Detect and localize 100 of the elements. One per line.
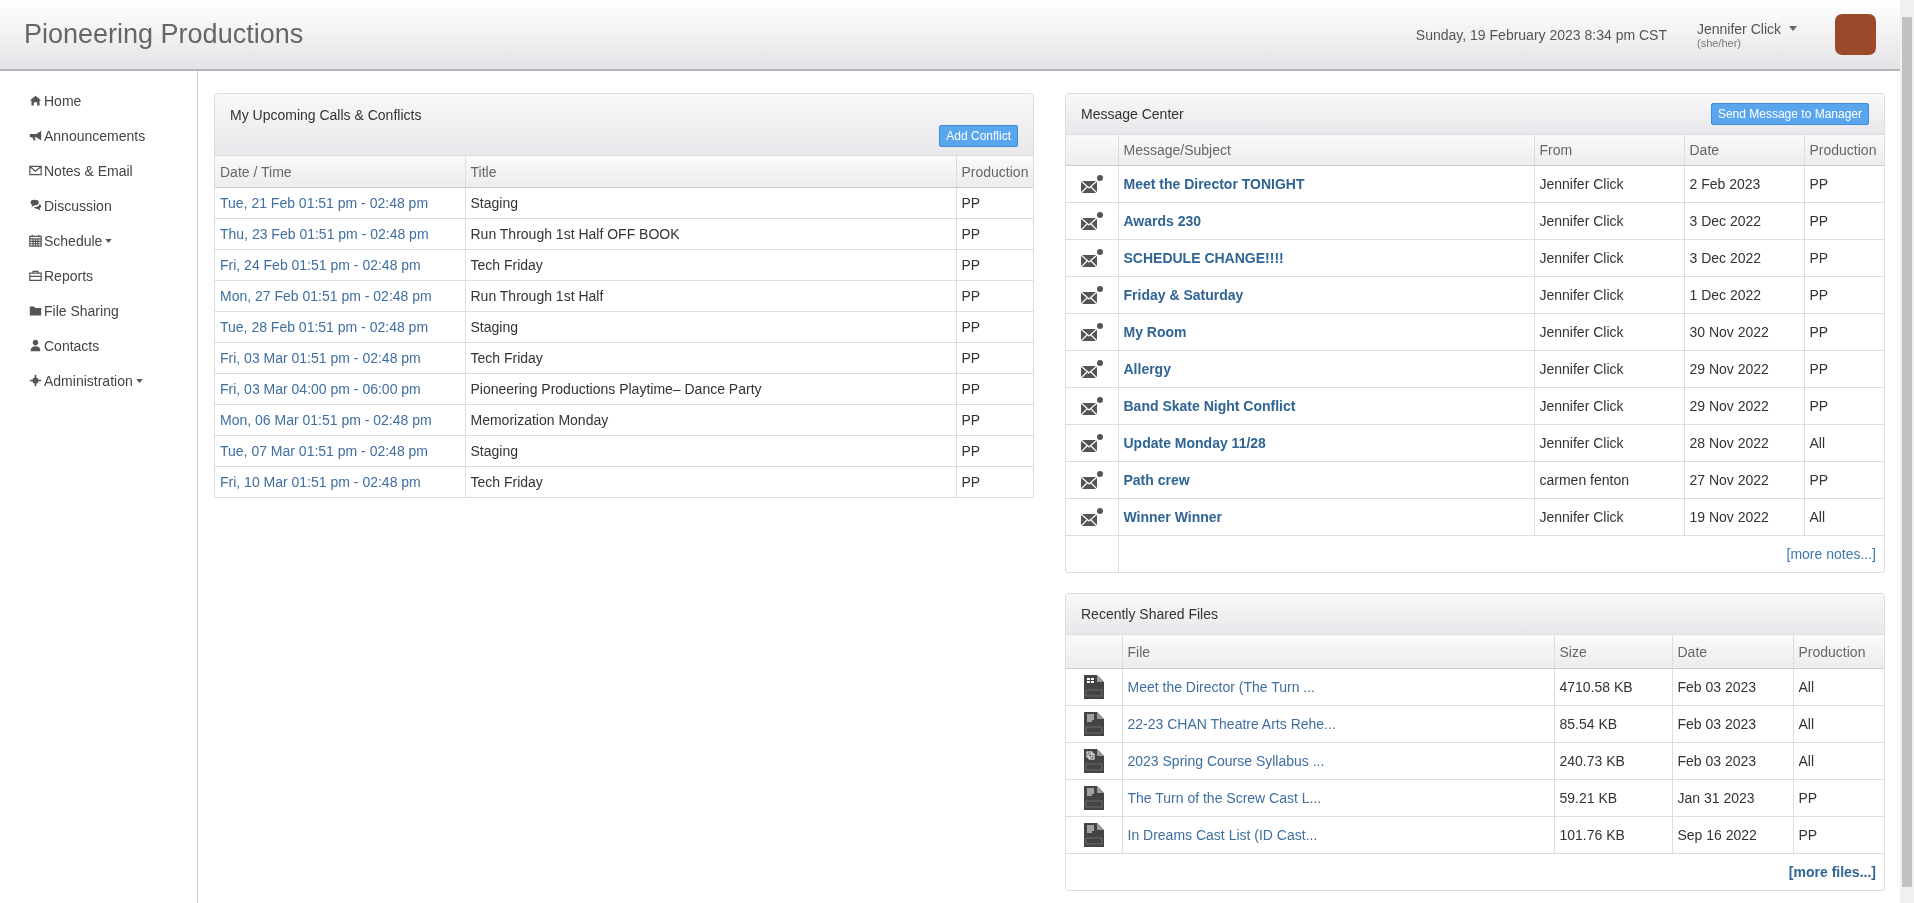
event-datetime-link[interactable]: Mon, 27 Feb 01:51 pm - 02:48 pm bbox=[215, 280, 465, 312]
document-icon bbox=[1083, 749, 1104, 773]
sidebar-item[interactable]: File Sharing bbox=[29, 293, 119, 328]
table-cell: All bbox=[1804, 498, 1884, 536]
table-cell: PP bbox=[956, 435, 1033, 467]
table-cell: Jennifer Click bbox=[1534, 239, 1684, 277]
sidebar-item[interactable]: Schedule bbox=[29, 223, 113, 258]
event-datetime-link[interactable]: Thu, 23 Feb 01:51 pm - 02:48 pm bbox=[215, 218, 465, 250]
envelope-icon bbox=[1079, 359, 1104, 379]
avatar-placeholder bbox=[1835, 14, 1876, 55]
envelope-icon bbox=[1079, 174, 1104, 194]
chat-bubbles-icon bbox=[29, 199, 42, 212]
event-datetime-link[interactable]: Fri, 24 Feb 01:51 pm - 02:48 pm bbox=[215, 249, 465, 281]
table-cell: Feb 03 2023 bbox=[1672, 668, 1793, 706]
sidebar-item[interactable]: Notes & Email bbox=[29, 153, 133, 188]
document-icon bbox=[1083, 786, 1104, 810]
event-datetime-link[interactable]: Tue, 21 Feb 01:51 pm - 02:48 pm bbox=[215, 187, 465, 219]
sidebar-item[interactable]: Administration bbox=[29, 363, 143, 398]
event-datetime-link[interactable]: Fri, 03 Mar 04:00 pm - 06:00 pm bbox=[215, 373, 465, 405]
file-link[interactable]: The Turn of the Screw Cast L... bbox=[1122, 779, 1554, 817]
scrollbar-thumb[interactable] bbox=[1902, 17, 1912, 887]
sidebar-item[interactable]: Home bbox=[29, 83, 82, 118]
more-files-link[interactable]: [more files...] bbox=[1788, 864, 1876, 880]
table-cell: All bbox=[1804, 424, 1884, 462]
table-cell: PP bbox=[956, 404, 1033, 436]
table-cell: Jennifer Click bbox=[1534, 498, 1684, 536]
event-datetime-link[interactable]: Tue, 07 Mar 01:51 pm - 02:48 pm bbox=[215, 435, 465, 467]
file-link[interactable]: 22-23 CHAN Theatre Arts Rehe... bbox=[1122, 705, 1554, 743]
table-cell: 59.21 KB bbox=[1554, 779, 1672, 817]
person-icon bbox=[29, 339, 42, 352]
sidebar-item[interactable]: Reports bbox=[29, 258, 94, 293]
table-cell: Jan 31 2023 bbox=[1672, 779, 1793, 817]
message-subject-link[interactable]: SCHEDULE CHANGE!!!! bbox=[1118, 239, 1534, 277]
column-header: Date bbox=[1684, 135, 1804, 166]
event-datetime-link[interactable]: Fri, 10 Mar 01:51 pm - 02:48 pm bbox=[215, 466, 465, 497]
table-cell: Tech Friday bbox=[465, 342, 956, 374]
panel-title: Recently Shared Files bbox=[1081, 606, 1218, 622]
table-cell: PP bbox=[1804, 276, 1884, 314]
table-cell: All bbox=[1793, 742, 1884, 780]
event-datetime-link[interactable]: Fri, 03 Mar 01:51 pm - 02:48 pm bbox=[215, 342, 465, 374]
panel-title: My Upcoming Calls & Conflicts bbox=[230, 107, 422, 123]
table-cell: Jennifer Click bbox=[1534, 202, 1684, 240]
document-icon bbox=[1083, 675, 1104, 699]
table-cell: 29 Nov 2022 bbox=[1684, 387, 1804, 425]
message-subject-link[interactable]: Update Monday 11/28 bbox=[1118, 424, 1534, 462]
table-cell: 29 Nov 2022 bbox=[1684, 350, 1804, 388]
table-cell: Run Through 1st Half OFF BOOK bbox=[465, 218, 956, 250]
document-icon bbox=[1083, 823, 1104, 847]
table-cell: 30 Nov 2022 bbox=[1684, 313, 1804, 351]
message-subject-link[interactable]: Friday & Saturday bbox=[1118, 276, 1534, 314]
event-datetime-link[interactable]: Tue, 28 Feb 01:51 pm - 02:48 pm bbox=[215, 311, 465, 343]
table-cell: 27 Nov 2022 bbox=[1684, 461, 1804, 499]
caret-icon bbox=[1789, 26, 1797, 31]
table-cell: PP bbox=[1804, 202, 1884, 240]
table-cell: PP bbox=[1793, 779, 1884, 817]
more-notes-link[interactable]: [more notes...] bbox=[1786, 546, 1876, 562]
event-datetime-link[interactable]: Mon, 06 Mar 01:51 pm - 02:48 pm bbox=[215, 404, 465, 436]
table-cell: 3 Dec 2022 bbox=[1684, 239, 1804, 277]
table-cell: PP bbox=[1804, 350, 1884, 388]
message-subject-link[interactable]: Band Skate Night Conflict bbox=[1118, 387, 1534, 425]
user-pronouns: (she/her) bbox=[1696, 36, 1742, 49]
envelope-icon bbox=[1079, 211, 1104, 231]
caret-icon bbox=[135, 378, 143, 383]
file-link[interactable]: In Dreams Cast List (ID Cast... bbox=[1122, 816, 1554, 854]
home-icon bbox=[29, 94, 42, 107]
column-header: Production bbox=[1804, 135, 1884, 166]
table-cell: Tech Friday bbox=[465, 466, 956, 497]
file-link[interactable]: Meet the Director (The Turn ... bbox=[1122, 668, 1554, 706]
table-cell: 1 Dec 2022 bbox=[1684, 276, 1804, 314]
current-datetime: Sunday, 19 February 2023 8:34 pm CST bbox=[1415, 26, 1667, 43]
user-menu[interactable]: Jennifer Click bbox=[1696, 20, 1797, 37]
sidebar-item[interactable]: Discussion bbox=[29, 188, 112, 223]
table-cell: Jennifer Click bbox=[1534, 387, 1684, 425]
message-subject-link[interactable]: Awards 230 bbox=[1118, 202, 1534, 240]
panel-title: Message Center bbox=[1081, 106, 1184, 122]
table-cell: Jennifer Click bbox=[1534, 350, 1684, 388]
table-cell: Jennifer Click bbox=[1534, 165, 1684, 203]
table-cell: Staging bbox=[465, 311, 956, 343]
column-header: From bbox=[1534, 135, 1684, 166]
column-header: Production bbox=[956, 156, 1033, 188]
table-cell: Jennifer Click bbox=[1534, 424, 1684, 462]
sidebar-item[interactable]: Contacts bbox=[29, 328, 100, 363]
table-cell: PP bbox=[1804, 239, 1884, 277]
column-header: Date bbox=[1672, 635, 1793, 669]
message-subject-link[interactable]: Meet the Director TONIGHT bbox=[1118, 165, 1534, 203]
message-subject-link[interactable]: Path crew bbox=[1118, 461, 1534, 499]
message-subject-link[interactable]: Winner Winner bbox=[1118, 498, 1534, 536]
envelope-icon bbox=[1079, 248, 1104, 268]
table-cell: Staging bbox=[465, 435, 956, 467]
table-cell: 101.76 KB bbox=[1554, 816, 1672, 854]
file-link[interactable]: 2023 Spring Course Syllabus ... bbox=[1122, 742, 1554, 780]
folder-icon bbox=[29, 304, 42, 317]
table-cell: PP bbox=[1804, 313, 1884, 351]
message-subject-link[interactable]: Allergy bbox=[1118, 350, 1534, 388]
table-cell: Run Through 1st Half bbox=[465, 280, 956, 312]
column-header: Message/Subject bbox=[1118, 135, 1534, 166]
scrollbar[interactable] bbox=[1900, 0, 1914, 903]
message-subject-link[interactable]: My Room bbox=[1118, 313, 1534, 351]
caret-icon bbox=[105, 238, 113, 243]
sidebar-item[interactable]: Announcements bbox=[29, 118, 146, 153]
